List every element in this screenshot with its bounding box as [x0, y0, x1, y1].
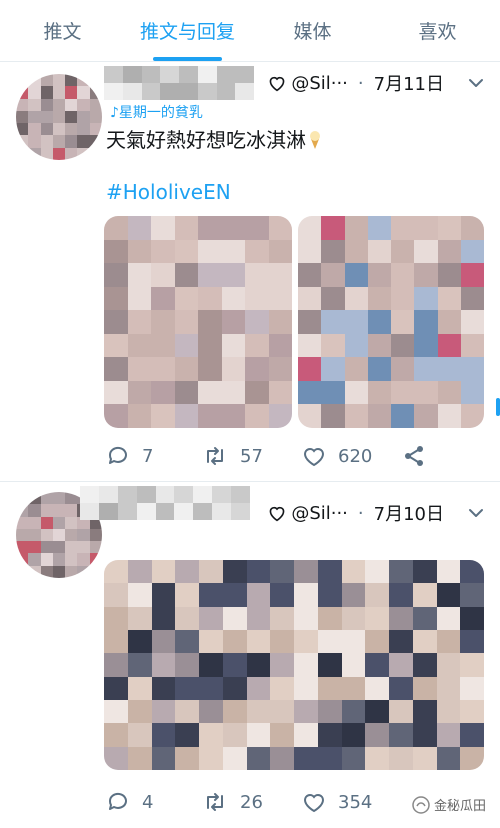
user-handle[interactable]: @Sil··· — [291, 503, 348, 524]
scroll-indicator — [496, 398, 500, 416]
tweet-text: 天氣好熱好想吃冰淇淋 — [106, 124, 322, 153]
tweet[interactable]: @Sil··· · 7月11日 ♪星期一的貧乳 天氣好熱好想吃冰淇淋 #Holo… — [0, 62, 500, 482]
share-icon — [405, 446, 423, 466]
tweet-actions: 7 57 620 — [106, 444, 438, 468]
retweet-count: 57 — [240, 445, 263, 467]
watermark-logo-icon — [412, 795, 430, 814]
reply-count: 7 — [142, 445, 154, 467]
retweet-button[interactable]: 26 — [202, 790, 302, 814]
tweet-header: @Sil··· · 7月10日 — [267, 500, 486, 526]
tweet-image[interactable] — [104, 560, 484, 770]
tweet-image[interactable] — [298, 216, 484, 428]
heart-icon — [303, 794, 325, 813]
profile-tabs: 推文 推文与回复 媒体 喜欢 — [0, 0, 500, 62]
display-name-blurred[interactable] — [80, 486, 250, 520]
retweet-icon — [207, 793, 223, 811]
retweet-button[interactable]: 57 — [202, 444, 302, 468]
like-button[interactable]: 620 — [302, 445, 402, 467]
retweet-icon — [207, 447, 223, 465]
reply-icon — [108, 446, 127, 464]
separator-dot: · — [357, 72, 364, 94]
ice-cream-icon — [310, 131, 320, 149]
reply-button[interactable]: 7 — [106, 444, 202, 468]
tweet[interactable]: @Sil··· · 7月10日 4 26 354 金秘瓜田 — [0, 482, 500, 828]
quoted-name-partial: ♪星期一的貧乳 — [110, 105, 203, 121]
reply-icon — [108, 792, 127, 810]
tweet-date[interactable]: 7月10日 — [374, 500, 444, 526]
tweet-actions: 4 26 354 — [106, 790, 402, 814]
chevron-down-icon[interactable] — [466, 73, 486, 93]
user-handle[interactable]: @Sil··· — [291, 73, 348, 94]
like-button[interactable]: 354 — [302, 791, 402, 813]
heart-icon — [303, 448, 325, 467]
watermark: 金秘瓜田 — [412, 795, 486, 814]
like-count: 620 — [338, 445, 373, 467]
tweet-text-content: 天氣好熱好想吃冰淇淋 — [106, 128, 306, 152]
like-count: 354 — [338, 791, 373, 813]
tweet-header: @Sil··· · 7月11日 — [267, 70, 486, 96]
separator-dot: · — [357, 502, 364, 524]
tweet-image[interactable] — [104, 216, 292, 428]
display-name-blurred[interactable] — [104, 66, 254, 100]
reply-button[interactable]: 4 — [106, 790, 202, 814]
chevron-down-icon[interactable] — [466, 503, 486, 523]
heart-outline-icon — [269, 76, 285, 92]
reply-count: 4 — [142, 791, 154, 813]
tweet-date[interactable]: 7月11日 — [374, 70, 444, 96]
heart-outline-icon — [269, 506, 285, 522]
avatar[interactable] — [16, 74, 102, 160]
tab-media[interactable]: 媒体 — [250, 0, 375, 61]
retweet-count: 26 — [240, 791, 263, 813]
tab-tweets[interactable]: 推文 — [0, 0, 125, 61]
share-button[interactable] — [402, 444, 438, 468]
tab-likes[interactable]: 喜欢 — [375, 0, 500, 61]
tab-tweets-and-replies[interactable]: 推文与回复 — [125, 0, 250, 61]
watermark-text: 金秘瓜田 — [433, 799, 486, 814]
hashtag-link[interactable]: #HololiveEN — [106, 180, 231, 204]
